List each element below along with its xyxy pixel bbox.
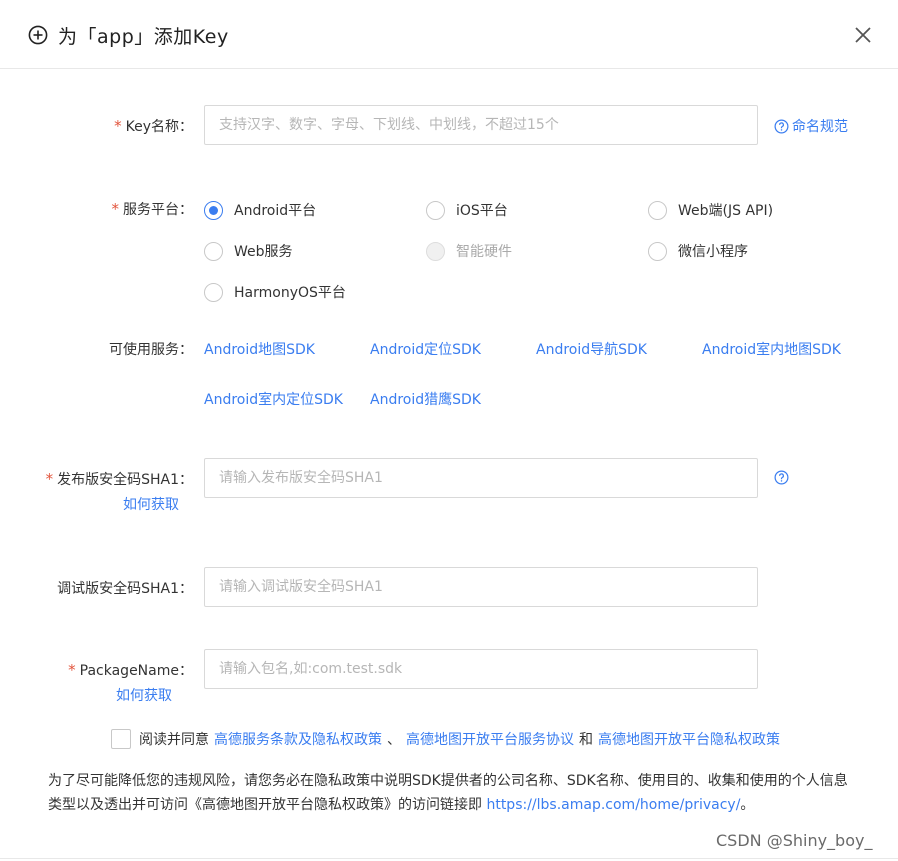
key-name-label: * Key名称： [114, 117, 193, 135]
key-name-input[interactable] [204, 105, 758, 145]
agreement-row: 阅读并同意 高德服务条款及隐私权政策 、 高德地图开放平台服务协议 和 高德地图… [111, 729, 780, 749]
radio-dot [648, 200, 667, 220]
naming-rules-link[interactable]: 命名规范 [774, 116, 848, 136]
agreement-separator: 、 [387, 732, 401, 748]
agreement-conjunction: 和 [579, 732, 593, 748]
service-link-location-sdk[interactable]: Android定位SDK [370, 339, 481, 359]
question-circle-icon [774, 119, 789, 133]
service-link-map-sdk[interactable]: Android地图SDK [204, 339, 315, 359]
release-sha1-input[interactable] [204, 458, 758, 498]
service-link-navigation-sdk[interactable]: Android导航SDK [536, 339, 647, 359]
release-sha1-label: * 发布版安全码SHA1： [45, 470, 193, 488]
radio-dot [204, 241, 223, 261]
dialog-header: 为「app」添加Key [0, 0, 898, 69]
release-sha1-how-to-get[interactable]: 如何获取 [123, 494, 179, 514]
agreement-link-privacy[interactable]: 高德地图开放平台隐私权政策 [598, 729, 780, 749]
required-mark: * [68, 661, 76, 679]
radio-dot [648, 241, 667, 261]
radio-dot [204, 282, 223, 302]
radio-wechat-miniprogram[interactable]: 微信小程序 [648, 241, 748, 261]
debug-sha1-input[interactable] [204, 567, 758, 607]
watermark: CSDN @Shiny_boy_ [716, 831, 873, 850]
radio-ios[interactable]: iOS平台 [426, 200, 508, 220]
radio-smart-hardware: 智能硬件 [426, 241, 512, 261]
question-circle-icon [774, 470, 789, 485]
privacy-url-link[interactable]: https://lbs.amap.com/home/privacy/ [486, 797, 740, 813]
service-link-falcon-sdk[interactable]: Android猎鹰SDK [370, 389, 481, 409]
dialog-title: 为「app」添加Key [58, 26, 229, 48]
agreement-checkbox[interactable] [111, 729, 131, 749]
privacy-notice: 为了尽可能降低您的违规风险，请您务必在隐私政策中说明SDK提供者的公司名称、SD… [48, 773, 848, 813]
radio-web-service[interactable]: Web服务 [204, 241, 293, 261]
agreement-link-service[interactable]: 高德地图开放平台服务协议 [406, 729, 574, 749]
required-mark: * [45, 470, 54, 488]
platform-label: * 服务平台： [111, 200, 194, 218]
debug-sha1-label: 调试版安全码SHA1： [57, 581, 193, 597]
package-name-how-to-get[interactable]: 如何获取 [116, 685, 172, 705]
radio-dot [426, 200, 445, 220]
package-name-input[interactable] [204, 649, 758, 689]
radio-harmonyos[interactable]: HarmonyOS平台 [204, 282, 346, 302]
radio-web-js-api[interactable]: Web端(JS API) [648, 200, 773, 220]
service-link-indoor-location-sdk[interactable]: Android室内定位SDK [204, 389, 343, 409]
divider [0, 858, 898, 859]
required-mark: * [111, 200, 120, 218]
services-label: 可使用服务： [109, 342, 193, 358]
release-sha1-help[interactable] [774, 470, 789, 485]
radio-android[interactable]: Android平台 [204, 200, 316, 220]
service-link-indoor-map-sdk[interactable]: Android室内地图SDK [702, 339, 841, 359]
agreement-link-terms[interactable]: 高德服务条款及隐私权政策 [214, 729, 382, 749]
radio-dot [426, 241, 445, 261]
radio-dot [204, 200, 223, 220]
required-mark: * [114, 117, 122, 135]
plus-circle-icon [28, 25, 48, 45]
close-icon[interactable] [854, 26, 872, 44]
package-name-label: * PackageName： [68, 661, 193, 679]
agreement-prefix: 阅读并同意 [139, 732, 209, 748]
